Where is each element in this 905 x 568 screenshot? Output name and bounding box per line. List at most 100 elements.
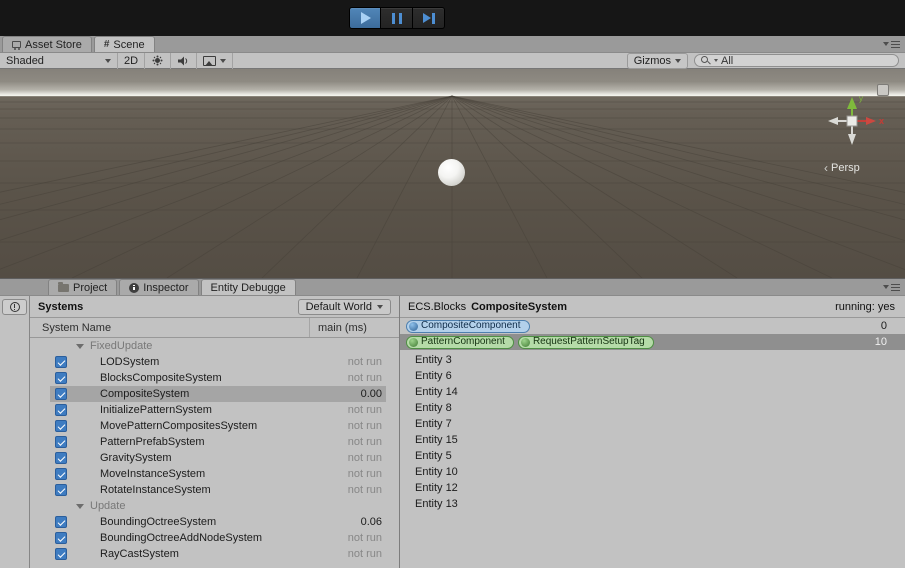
tab-inspector-label: Inspector [143, 281, 189, 294]
entity-row[interactable]: Entity 13 [400, 496, 905, 512]
system-row[interactable]: BoundingOctreeSystem 0.06 [50, 514, 386, 530]
system-enabled-checkbox[interactable] [55, 484, 67, 496]
toggle-2d-button[interactable]: 2D [118, 52, 146, 69]
system-enabled-checkbox[interactable] [55, 420, 67, 432]
scene-lighting-toggle[interactable] [145, 52, 172, 69]
system-enabled-checkbox[interactable] [55, 516, 67, 528]
play-button[interactable] [349, 7, 381, 29]
system-time: not run [347, 372, 382, 384]
step-icon [422, 12, 435, 24]
tab-entity-debugger[interactable]: Entity Debugge [200, 279, 296, 295]
group-label: Update [90, 500, 126, 512]
system-row[interactable]: RayCastSystem not run [50, 546, 386, 562]
system-name: BoundingOctreeSystem [100, 516, 217, 528]
shading-mode-dropdown[interactable]: Shaded [0, 52, 118, 69]
system-row[interactable]: GravitySystem not run [50, 450, 386, 466]
persp-caret-icon: ‹ [824, 161, 828, 175]
grid-icon: # [103, 38, 110, 50]
component-pill: RequestPatternSetupTag [517, 335, 654, 349]
scene-search-input[interactable]: All [694, 54, 899, 67]
entity-row[interactable]: Entity 7 [400, 416, 905, 432]
tab-project-label: Project [73, 281, 108, 294]
group-row-fixedupdate[interactable]: FixedUpdate [50, 338, 386, 354]
tab-asset-store-label: Asset Store [25, 38, 82, 51]
system-enabled-checkbox[interactable] [55, 548, 67, 560]
orientation-gizmo[interactable]: y x [818, 89, 894, 153]
gizmos-dropdown[interactable]: Gizmos [626, 52, 688, 69]
step-button[interactable] [413, 7, 445, 29]
system-row[interactable]: MovePatternCompositesSystem not run [50, 418, 386, 434]
system-row[interactable]: RotateInstanceSystem not run [50, 482, 386, 498]
chevron-down-icon [105, 58, 111, 63]
system-name: CompositeSystem [100, 388, 190, 400]
folder-icon [58, 281, 69, 292]
system-row[interactable]: BoundingOctreeAddNodeSystem not run [50, 530, 386, 546]
entity-label: Entity 5 [415, 450, 452, 462]
system-time: not run [347, 484, 382, 496]
search-icon [701, 55, 711, 66]
entity-row[interactable]: Entity 15 [400, 432, 905, 448]
info-icon [129, 282, 140, 293]
system-row[interactable]: PatternPrefabSystem not run [50, 434, 386, 450]
entity-row[interactable]: Entity 10 [400, 464, 905, 480]
system-name: BoundingOctreeAddNodeSystem [100, 532, 263, 544]
bottom-tabstrip: Project Inspector Entity Debugge [0, 278, 905, 296]
entity-row[interactable]: Entity 3 [400, 352, 905, 368]
entity-row[interactable]: Entity 5 [400, 448, 905, 464]
system-time: not run [347, 404, 382, 416]
panel-menu-icon[interactable] [883, 40, 900, 48]
tab-inspector[interactable]: Inspector [119, 279, 199, 295]
tab-scene[interactable]: # Scene [93, 36, 155, 52]
scene-viewport[interactable]: y x ‹ Persp [0, 69, 905, 278]
system-enabled-checkbox[interactable] [55, 404, 67, 416]
systems-list: FixedUpdate LODSystem not run BlocksComp… [30, 338, 399, 568]
detail-namespace: ECS.Blocks [408, 300, 467, 313]
group-row-update[interactable]: Update [50, 498, 386, 514]
system-name: GravitySystem [100, 452, 172, 464]
chevron-down-icon [883, 285, 889, 289]
toggle-2d-label: 2D [124, 54, 139, 67]
system-enabled-checkbox[interactable] [55, 372, 67, 384]
scene-effects-dropdown[interactable] [197, 52, 234, 69]
pause-button[interactable] [381, 7, 413, 29]
entity-label: Entity 7 [415, 418, 452, 430]
system-enabled-checkbox[interactable] [55, 356, 67, 368]
system-name: MovePatternCompositesSystem [100, 420, 258, 432]
tab-asset-store[interactable]: Asset Store [2, 36, 92, 52]
projection-toggle[interactable]: ‹ Persp [824, 162, 860, 174]
scene-sphere-object [438, 159, 465, 186]
panel-menu-icon[interactable] [883, 283, 900, 291]
system-name: InitializePatternSystem [100, 404, 212, 416]
entity-list: Entity 3 Entity 6 Entity 14 Entity 8 Ent… [400, 350, 905, 512]
entity-row[interactable]: Entity 12 [400, 480, 905, 496]
system-enabled-checkbox[interactable] [55, 452, 67, 464]
world-selector-label: Default World [305, 300, 372, 313]
component-query-row-selected[interactable]: PatternComponent RequestPatternSetupTag … [400, 334, 905, 350]
scene-audio-toggle[interactable] [171, 52, 198, 69]
entity-row[interactable]: Entity 6 [400, 368, 905, 384]
group-label: FixedUpdate [90, 340, 153, 352]
detail-header: ECS.Blocks CompositeSystem running: yes [400, 296, 905, 318]
tab-project[interactable]: Project [48, 279, 118, 295]
component-pill-label: CompositeComponent [421, 320, 521, 331]
system-row[interactable]: InitializePatternSystem not run [50, 402, 386, 418]
system-name: PatternPrefabSystem [100, 436, 205, 448]
system-enabled-checkbox[interactable] [55, 388, 67, 400]
system-enabled-checkbox[interactable] [55, 468, 67, 480]
system-name: MoveInstanceSystem [100, 468, 206, 480]
world-selector-dropdown[interactable]: Default World [297, 298, 391, 315]
pause-icon [391, 12, 402, 24]
system-enabled-checkbox[interactable] [55, 532, 67, 544]
system-enabled-checkbox[interactable] [55, 436, 67, 448]
entity-row[interactable]: Entity 14 [400, 384, 905, 400]
system-time: 0.06 [360, 516, 382, 528]
system-row-selected[interactable]: CompositeSystem 0.00 [50, 386, 386, 402]
system-row[interactable]: BlocksCompositeSystem not run [50, 370, 386, 386]
system-row[interactable]: LODSystem not run [50, 354, 386, 370]
system-time: not run [347, 548, 382, 560]
system-row[interactable]: MoveInstanceSystem not run [50, 466, 386, 482]
speaker-icon [178, 56, 188, 65]
console-error-button[interactable] [2, 299, 27, 315]
component-query-row[interactable]: CompositeComponent 0 [400, 318, 905, 334]
entity-row[interactable]: Entity 8 [400, 400, 905, 416]
